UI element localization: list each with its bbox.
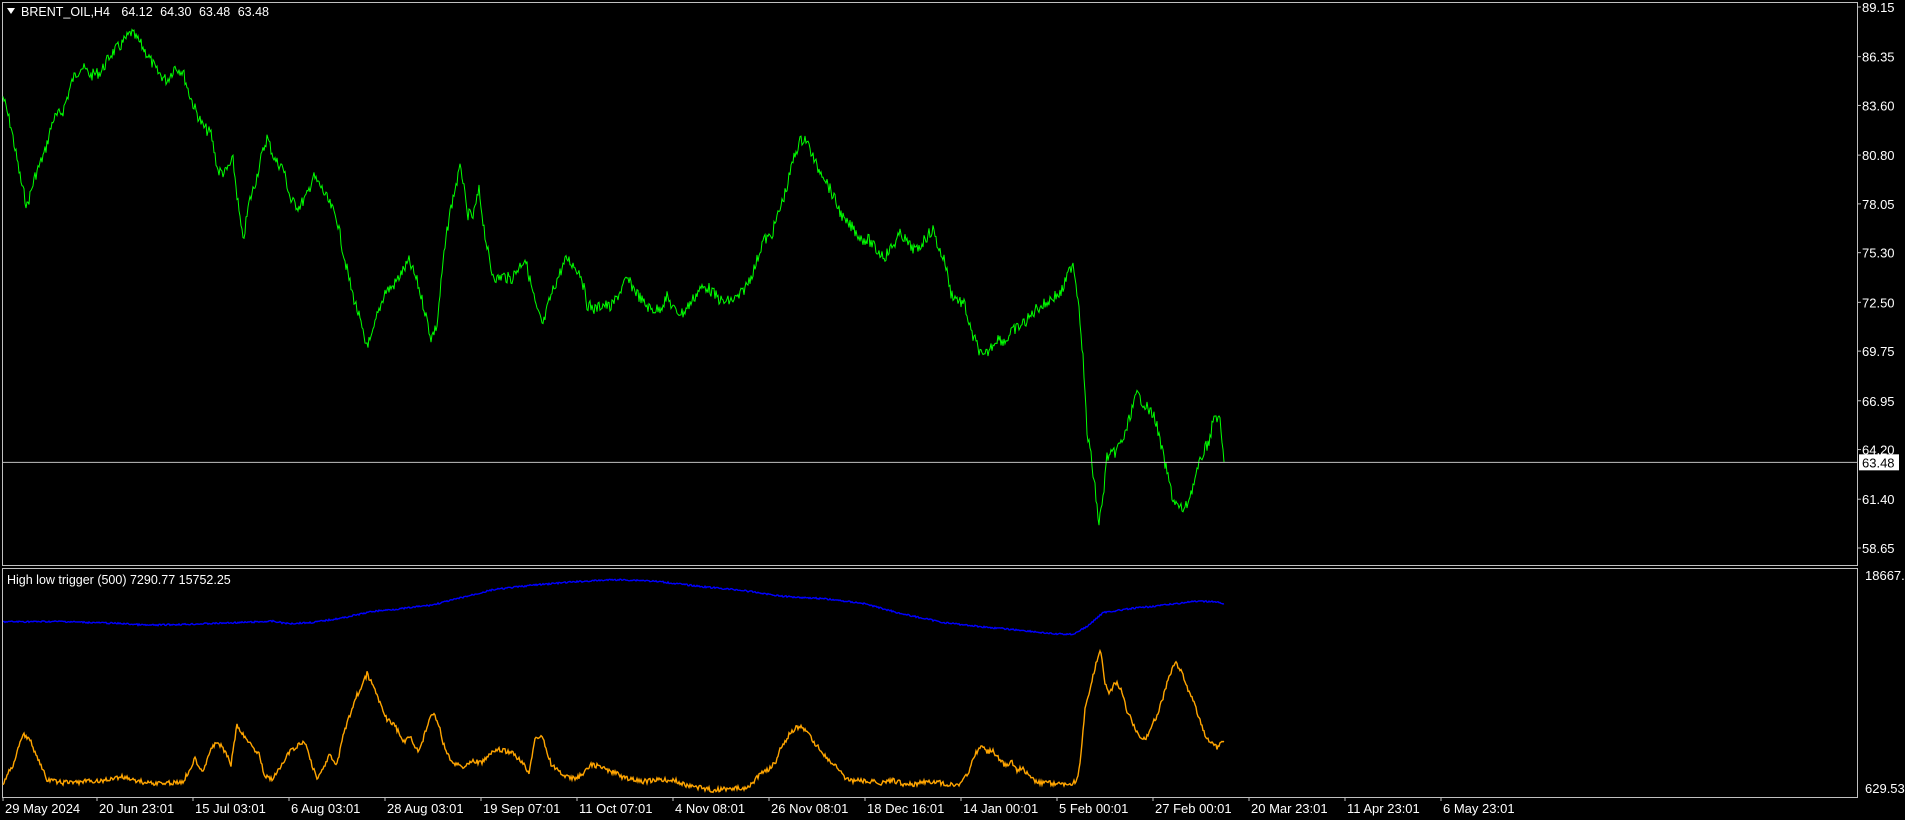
time-tick-label: 6 Aug 03:01 <box>291 801 360 816</box>
symbol-label: BRENT_OIL,H4 <box>21 5 110 19</box>
price-tick-label: 78.05 <box>1862 197 1895 212</box>
price-tick-label: 83.60 <box>1862 98 1895 113</box>
time-tick-label: 14 Jan 00:01 <box>963 801 1038 816</box>
time-tick-label: 20 Jun 23:01 <box>99 801 174 816</box>
price-tick-label: 72.50 <box>1862 295 1895 310</box>
indicator-label: High low trigger (500) 7290.77 15752.25 <box>7 573 231 587</box>
time-tick-label: 28 Aug 03:01 <box>387 801 464 816</box>
ohlc-open: 64.12 <box>121 5 152 19</box>
price-tick-label: 89.15 <box>1862 0 1895 15</box>
time-tick-label: 4 Nov 08:01 <box>675 801 745 816</box>
ohlc-high: 64.30 <box>160 5 191 19</box>
price-tick-label: 61.40 <box>1862 492 1895 507</box>
time-tick-label: 26 Nov 08:01 <box>771 801 848 816</box>
price-tick-label: 58.65 <box>1862 541 1895 556</box>
price-tick-label: 66.95 <box>1862 394 1895 409</box>
time-tick-label: 20 Mar 23:01 <box>1251 801 1328 816</box>
time-tick-label: 6 May 23:01 <box>1443 801 1515 816</box>
svg-text:BRENT_OIL,H4 64.12: BRENT_OIL,H4 64.12 64.30 63.48 63.48 <box>21 5 269 19</box>
time-tick-label: 29 May 2024 <box>5 801 80 816</box>
time-tick-label: 27 Feb 00:01 <box>1155 801 1232 816</box>
time-tick-label: 11 Apr 23:01 <box>1347 801 1420 816</box>
indicator-tick-label: 18667.3 <box>1865 568 1905 583</box>
price-tick-label: 75.30 <box>1862 246 1895 261</box>
time-tick-label: 11 Oct 07:01 <box>579 801 652 816</box>
time-tick-label: 19 Sep 07:01 <box>483 801 560 816</box>
price-tick-label: 86.35 <box>1862 50 1895 65</box>
ohlc-close: 63.48 <box>238 5 269 19</box>
trading-chart[interactable]: BRENT_OIL,H4 64.12 64.30 63.48 63.48 89.… <box>0 0 1905 820</box>
chart-background <box>0 0 1905 820</box>
price-tick-label: 80.80 <box>1862 148 1895 163</box>
time-tick-label: 15 Jul 03:01 <box>195 801 266 816</box>
ohlc-low: 63.48 <box>199 5 230 19</box>
indicator-tick-label: 629.53 <box>1865 781 1905 796</box>
time-tick-label: 18 Dec 16:01 <box>867 801 944 816</box>
price-tick-label: 69.75 <box>1862 344 1895 359</box>
current-price-label: 63.48 <box>1862 455 1895 470</box>
time-tick-label: 5 Feb 00:01 <box>1059 801 1128 816</box>
